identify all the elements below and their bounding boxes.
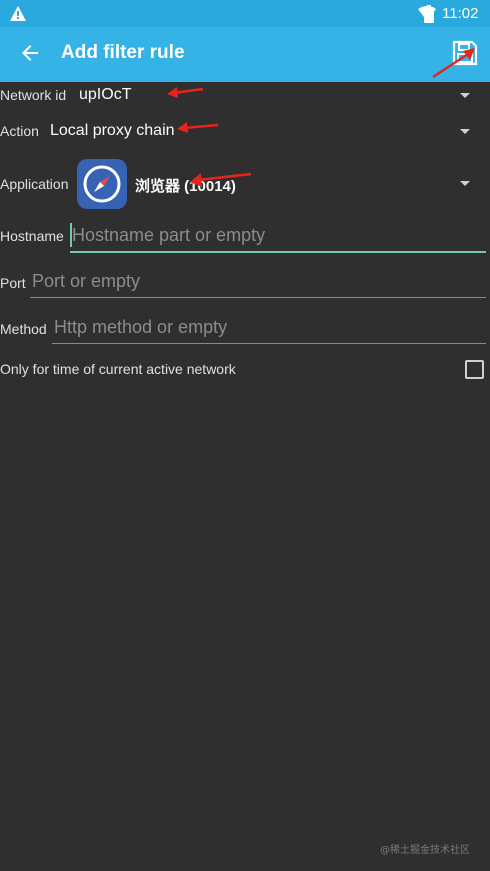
active-network-checkbox[interactable]: [465, 360, 484, 379]
action-label: Action: [0, 123, 39, 139]
network-id-label: Network id: [0, 87, 67, 103]
application-dropdown-icon[interactable]: [460, 181, 470, 186]
compass-icon: [83, 165, 121, 203]
method-placeholder: Http method or empty: [54, 317, 228, 337]
warning-icon: [10, 6, 26, 21]
action-dropdown-icon[interactable]: [460, 129, 470, 134]
hostname-placeholder: Hostname part or empty: [72, 225, 266, 245]
method-label: Method: [0, 321, 47, 337]
annotation-arrow-network-id: [167, 87, 204, 98]
hostname-label: Hostname: [0, 228, 64, 244]
method-input[interactable]: Http method or empty: [52, 313, 486, 344]
save-icon[interactable]: [452, 40, 478, 66]
status-bar: 11:02: [0, 0, 490, 27]
port-input[interactable]: Port or empty: [30, 267, 486, 298]
hostname-input[interactable]: Hostname part or empty: [70, 221, 486, 253]
action-spinner[interactable]: Local proxy chain: [50, 122, 175, 140]
status-time: 11:02: [442, 5, 479, 22]
arrow-back-icon[interactable]: [18, 41, 42, 65]
app-icon[interactable]: [77, 159, 127, 209]
app-bar: Add filter rule: [0, 27, 490, 82]
battery-icon: [424, 5, 434, 23]
active-network-label: Only for time of current active network: [0, 361, 236, 377]
application-spinner[interactable]: 浏览器 (10014): [135, 175, 236, 196]
page-title: Add filter rule: [61, 42, 185, 63]
watermark: @稀土掘金技术社区: [380, 845, 470, 856]
port-label: Port: [0, 275, 26, 291]
network-id-spinner[interactable]: upIOcT: [79, 86, 131, 104]
application-label: Application: [0, 176, 69, 192]
port-placeholder: Port or empty: [32, 271, 141, 291]
network-id-dropdown-icon[interactable]: [460, 93, 470, 98]
annotation-arrow-action: [177, 122, 219, 133]
